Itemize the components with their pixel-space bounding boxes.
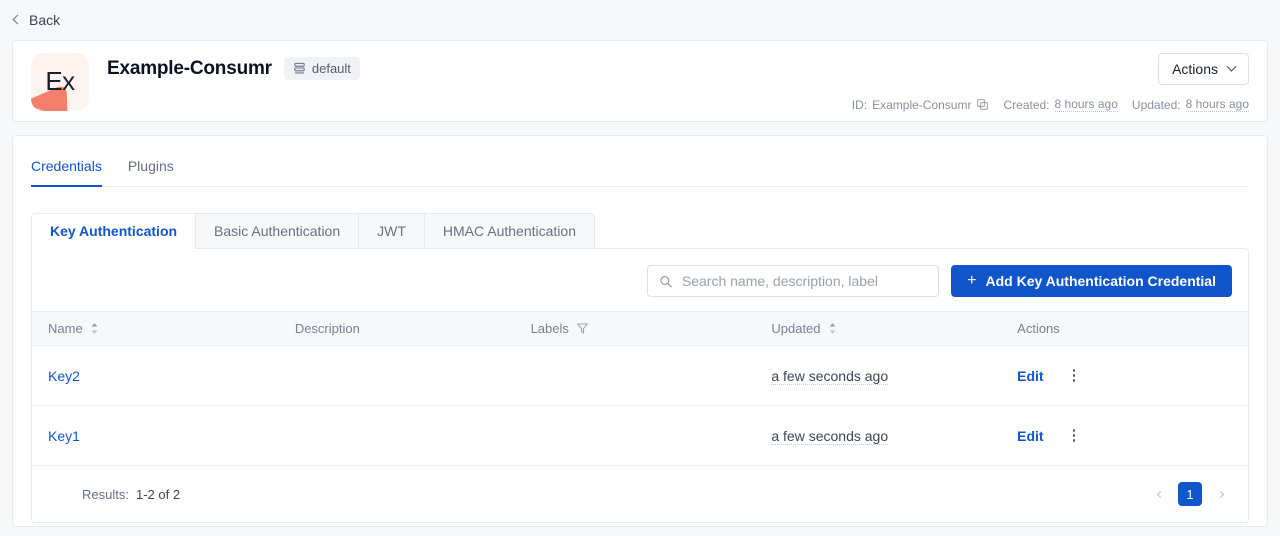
tab-plugins[interactable]: Plugins	[128, 158, 174, 186]
pagination: 1	[1148, 482, 1232, 506]
updated-time: a few seconds ago	[771, 368, 888, 385]
top-bar: Back	[0, 0, 1280, 40]
tab-credentials[interactable]: Credentials	[31, 158, 102, 186]
entity-meta: ID: Example-Consumr Created: 8 hours ago…	[852, 97, 1249, 112]
entity-id: ID: Example-Consumr	[852, 98, 990, 112]
cell-labels	[519, 346, 760, 406]
content-card: Credentials Plugins Key Authentication B…	[12, 135, 1268, 527]
table-footer: Results: 1-2 of 2 1	[32, 466, 1248, 522]
column-header-updated-label: Updated	[771, 321, 820, 336]
search-box[interactable]	[647, 265, 939, 297]
funnel-icon[interactable]	[576, 322, 589, 335]
avatar: Ex	[31, 53, 89, 111]
edit-link[interactable]: Edit	[1017, 428, 1043, 444]
edit-link[interactable]: Edit	[1017, 368, 1043, 384]
kebab-menu-icon[interactable]	[1068, 365, 1081, 386]
table-header-row: Name Description	[32, 312, 1248, 346]
add-key-authentication-credential-button[interactable]: + Add Key Authentication Credential	[951, 265, 1232, 297]
cell-actions: Edit	[1005, 346, 1248, 406]
chevron-right-icon	[1216, 490, 1223, 497]
credentials-table: Name Description	[32, 311, 1248, 466]
page-title: Example-Consumr	[107, 58, 272, 80]
back-label: Back	[29, 13, 60, 27]
cell-labels	[519, 406, 760, 466]
table-toolbar: + Add Key Authentication Credential	[32, 249, 1248, 311]
pagination-prev-button[interactable]	[1148, 482, 1172, 506]
chevron-left-icon	[1156, 490, 1163, 497]
layers-icon	[293, 62, 306, 75]
entity-updated-label: Updated:	[1132, 98, 1181, 112]
sort-icon	[90, 322, 99, 335]
column-header-labels-label: Labels	[531, 321, 569, 336]
entity-id-label: ID:	[852, 98, 867, 112]
workspace-badge-label: default	[312, 61, 351, 76]
cell-updated: a few seconds ago	[759, 406, 1005, 466]
column-header-name-label: Name	[48, 321, 83, 336]
entity-created-value: 8 hours ago	[1055, 97, 1118, 112]
search-icon	[659, 274, 673, 289]
main-tabs: Credentials Plugins	[31, 136, 1249, 187]
column-header-labels[interactable]: Labels	[519, 312, 760, 346]
results-value: 1-2 of 2	[136, 487, 180, 502]
cell-actions: Edit	[1005, 406, 1248, 466]
entity-created: Created: 8 hours ago	[1003, 97, 1117, 112]
search-input[interactable]	[682, 273, 927, 289]
add-button-label: Add Key Authentication Credential	[985, 273, 1216, 289]
back-link[interactable]: Back	[14, 13, 60, 27]
copy-icon[interactable]	[976, 98, 989, 111]
workspace-badge[interactable]: default	[284, 57, 360, 80]
subtab-jwt[interactable]: JWT	[358, 213, 424, 249]
column-header-updated[interactable]: Updated	[759, 312, 1005, 346]
chevron-down-icon	[1227, 61, 1237, 71]
plus-icon: +	[967, 273, 976, 289]
table-row[interactable]: Key2 a few seconds ago Edit	[32, 346, 1248, 406]
actions-button[interactable]: Actions	[1158, 53, 1249, 85]
entity-header-card: Ex Example-Consumr default Actions ID: E…	[12, 40, 1268, 122]
header-actions: Actions ID: Example-Consumr Created: 8 h…	[852, 53, 1249, 112]
updated-time: a few seconds ago	[771, 428, 888, 445]
kebab-menu-icon[interactable]	[1068, 425, 1081, 446]
column-header-name[interactable]: Name	[32, 312, 283, 346]
subtab-hmac-authentication[interactable]: HMAC Authentication	[424, 213, 595, 249]
avatar-initials: Ex	[45, 66, 74, 97]
subtab-key-authentication[interactable]: Key Authentication	[31, 213, 195, 249]
chevron-left-icon	[13, 15, 23, 25]
entity-created-label: Created:	[1003, 98, 1049, 112]
entity-updated: Updated: 8 hours ago	[1132, 97, 1249, 112]
credential-type-tabs: Key Authentication Basic Authentication …	[31, 213, 1249, 249]
sort-icon	[828, 322, 837, 335]
results-label: Results:	[82, 487, 129, 502]
column-header-description-label: Description	[295, 321, 360, 336]
table-row[interactable]: Key1 a few seconds ago Edit	[32, 406, 1248, 466]
cell-description	[283, 346, 519, 406]
pagination-next-button[interactable]	[1208, 482, 1232, 506]
cell-name: Key2	[32, 346, 283, 406]
column-header-actions: Actions	[1005, 312, 1248, 346]
credentials-table-card: + Add Key Authentication Credential Name	[31, 248, 1249, 523]
credential-name-link[interactable]: Key2	[48, 368, 80, 384]
credential-name-link[interactable]: Key1	[48, 428, 80, 444]
actions-button-label: Actions	[1172, 61, 1218, 77]
pagination-page-1[interactable]: 1	[1178, 482, 1202, 506]
column-header-description: Description	[283, 312, 519, 346]
cell-updated: a few seconds ago	[759, 346, 1005, 406]
entity-id-value: Example-Consumr	[872, 98, 971, 112]
cell-name: Key1	[32, 406, 283, 466]
column-header-actions-label: Actions	[1017, 321, 1060, 336]
entity-updated-value: 8 hours ago	[1186, 97, 1249, 112]
subtab-basic-authentication[interactable]: Basic Authentication	[195, 213, 358, 249]
cell-description	[283, 406, 519, 466]
results-summary: Results: 1-2 of 2	[48, 487, 180, 502]
